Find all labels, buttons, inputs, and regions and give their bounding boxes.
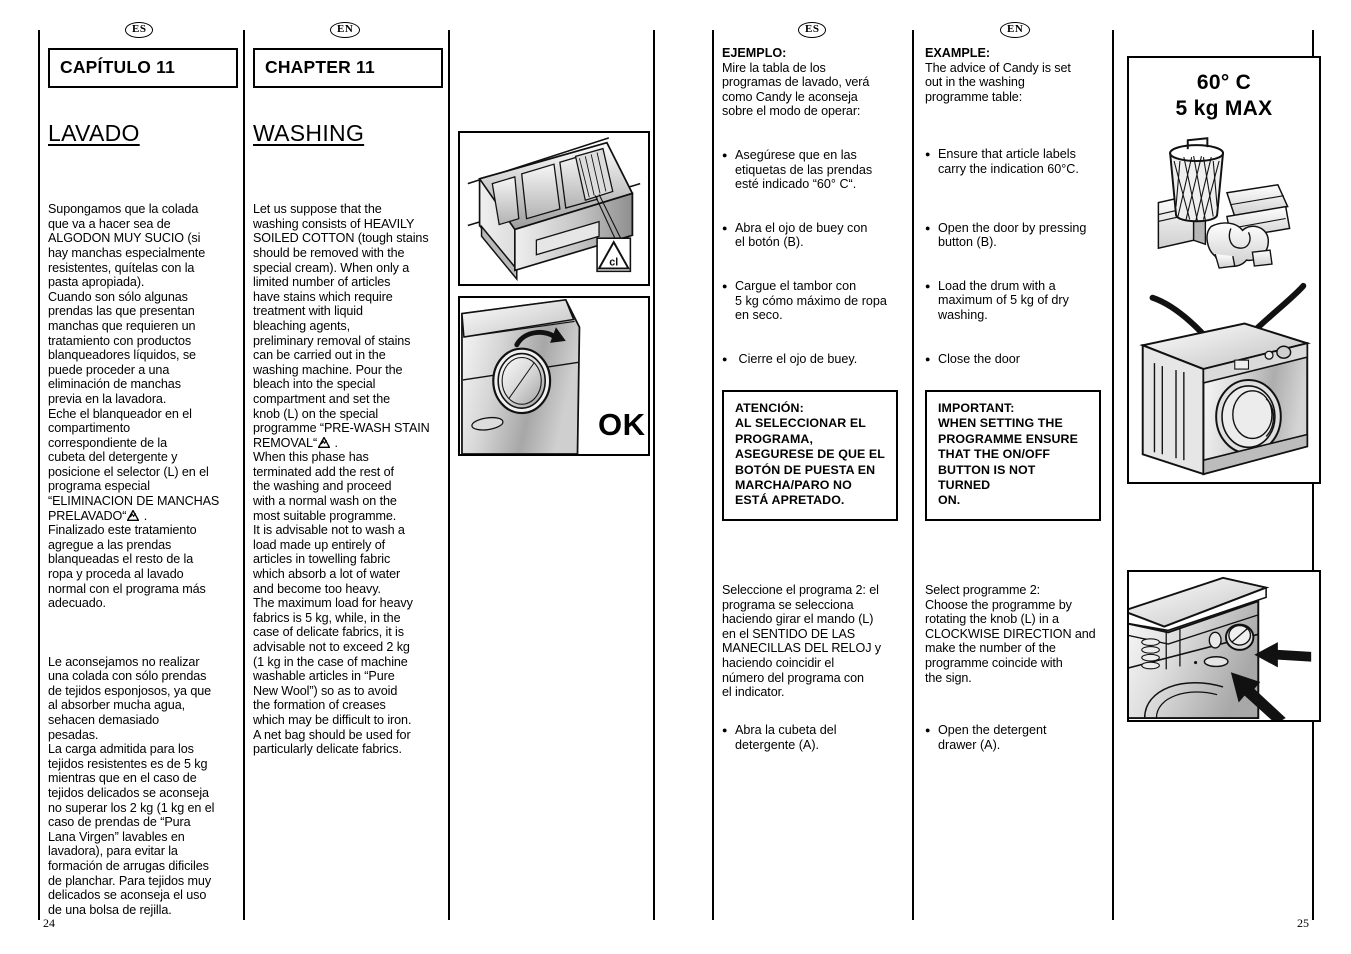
es-para-2: Le aconsejamos no realizar una colada co… [48, 654, 215, 917]
bullet-es-4: Cierre el ojo de buey. [722, 352, 906, 367]
left-page-rule-2 [243, 30, 245, 920]
bullet-es-3: Cargue el tambor con 5 kg cómo máximo de… [722, 279, 906, 323]
en-para-1b: . When this phase has terminated add the… [253, 435, 413, 757]
bullet-en-4: Close the door [925, 352, 1109, 367]
language-badge-en-left: EN [330, 22, 361, 38]
right-page-rule-1 [712, 30, 714, 920]
left-page-rule-1 [38, 30, 40, 920]
column-en-right: EXAMPLE: The advice of Candy is set out … [925, 46, 1109, 366]
chapter-label-en: CHAPTER 11 [253, 48, 443, 88]
column-en-left: CHAPTER 11 WASHING Let us suppose that t… [253, 48, 443, 786]
right-page-rule-2 [912, 30, 914, 920]
body-text-es: Supongamos que la colada que va a hacer … [48, 173, 238, 946]
column-es-left: CAPÍTULO 11 LAVADO Supongamos que la col… [48, 48, 238, 946]
warning-box-en: IMPORTANT: WHEN SETTING THE PROGRAMME EN… [925, 390, 1101, 521]
right-page-rule-3 [1112, 30, 1114, 920]
example-intro-es: Mire la tabla de los programas de lavado… [722, 60, 870, 119]
example-heading-en: EXAMPLE: [925, 46, 991, 60]
manual-page-spread: ES EN CAPÍTULO 11 LAVADO Supongamos que … [0, 0, 1351, 954]
figure-detergent-drawer: cl [458, 131, 650, 286]
en-para-1: Let us suppose that the washing consists… [253, 202, 430, 450]
left-page-rule-3 [448, 30, 450, 920]
es-para-1b: . Finalizado este tratamiento agregue a … [48, 508, 206, 611]
es-para-1: Supongamos que la colada que va a hacer … [48, 202, 220, 523]
ok-label: OK [598, 407, 646, 442]
figure-control-panel-arrows [1127, 570, 1321, 722]
bullet-es-2: Abra el ojo de buey con el botón (B). [722, 221, 906, 250]
page-number-right: 25 [1297, 916, 1309, 930]
bleach-triangle-icon [127, 509, 140, 521]
bullet-en-open-drawer: Open the detergent drawer (A). [925, 723, 1109, 752]
bleach-triangle-icon [318, 436, 331, 448]
example-heading-es: EJEMPLO: [722, 46, 787, 60]
left-page-rule-4 [653, 30, 655, 920]
bullet-es-1: Asegúrese que en las etiquetas de las pr… [722, 148, 906, 192]
caption-line-temperature: 60° C [1196, 71, 1252, 94]
bullet-en-3: Load the drum with a maximum of 5 kg of … [925, 279, 1109, 323]
svg-text:cl: cl [609, 257, 618, 269]
warning-box-es: ATENCIÓN: AL SELECCIONAR EL PROGRAMA, AS… [722, 390, 898, 521]
page-number-left: 24 [43, 916, 55, 930]
section-title-en: WASHING [253, 120, 365, 146]
example-intro-en: The advice of Candy is set out in the wa… [925, 60, 1071, 104]
select-programme-text-es: Seleccione el programa 2: el programa se… [722, 583, 882, 700]
section-title-es: LAVADO [48, 120, 140, 146]
caption-line-weight: 5 kg MAX [1175, 97, 1273, 120]
select-programme-text-en: Select programme 2: Choose the programme… [925, 583, 1096, 685]
chapter-label-es: CAPÍTULO 11 [48, 48, 238, 88]
figure-caption-temperature: 60° C 5 kg MAX [1127, 70, 1321, 122]
language-badge-en-right: EN [1000, 22, 1031, 38]
language-badge-es-right: ES [798, 22, 827, 38]
column-es-right: EJEMPLO: Mire la tabla de los programas … [722, 46, 906, 366]
bullet-en-1: Ensure that article labels carry the ind… [925, 147, 1109, 176]
language-badge-es-left: ES [125, 22, 154, 38]
body-text-en: Let us suppose that the washing consists… [253, 173, 443, 786]
bullet-en-2: Open the door by pressing button (B). [925, 221, 1109, 250]
bullet-es-open-drawer: Abra la cubeta del detergente (A). [722, 723, 906, 752]
